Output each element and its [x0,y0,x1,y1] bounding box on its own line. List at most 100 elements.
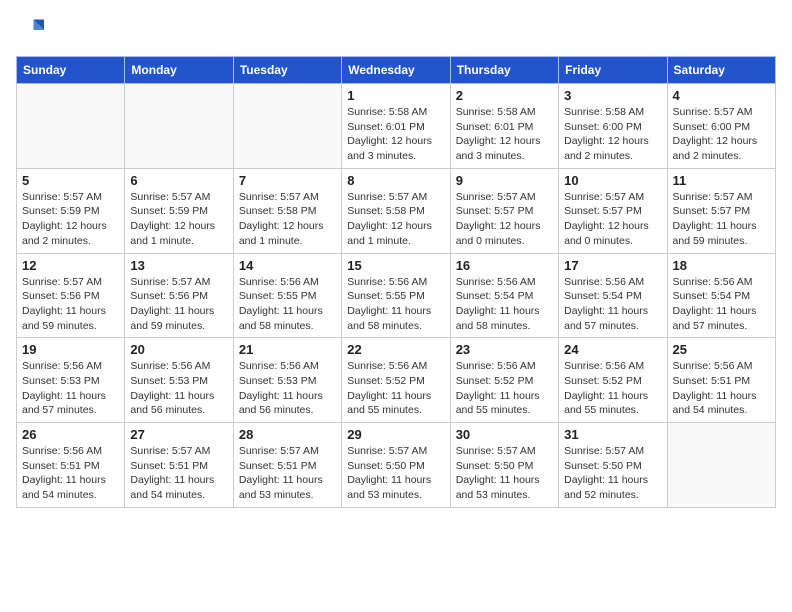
day-info: Sunrise: 5:57 AM Sunset: 5:57 PM Dayligh… [564,190,661,249]
day-info: Sunrise: 5:57 AM Sunset: 5:58 PM Dayligh… [347,190,444,249]
day-info: Sunrise: 5:57 AM Sunset: 5:57 PM Dayligh… [673,190,770,249]
day-number: 11 [673,173,770,188]
day-info: Sunrise: 5:56 AM Sunset: 5:53 PM Dayligh… [22,359,119,418]
calendar-week-row: 26Sunrise: 5:56 AM Sunset: 5:51 PM Dayli… [17,423,776,508]
day-number: 13 [130,258,227,273]
day-number: 29 [347,427,444,442]
calendar-cell [125,84,233,169]
day-number: 31 [564,427,661,442]
day-info: Sunrise: 5:57 AM Sunset: 5:57 PM Dayligh… [456,190,553,249]
header-day: Saturday [667,57,775,84]
day-number: 8 [347,173,444,188]
header-day: Sunday [17,57,125,84]
logo [16,16,48,44]
day-number: 27 [130,427,227,442]
calendar-cell [233,84,341,169]
calendar-cell: 25Sunrise: 5:56 AM Sunset: 5:51 PM Dayli… [667,338,775,423]
calendar-body: 1Sunrise: 5:58 AM Sunset: 6:01 PM Daylig… [17,84,776,508]
day-number: 28 [239,427,336,442]
day-number: 21 [239,342,336,357]
calendar-cell: 3 Sunrise: 5:58 AM Sunset: 6:00 PM Daylig… [559,84,667,169]
day-number: 17 [564,258,661,273]
calendar-week-row: 5 Sunrise: 5:57 AM Sunset: 5:59 PM Daylig… [17,168,776,253]
day-info: Sunrise: 5:57 AM Sunset: 5:56 PM Dayligh… [130,275,227,334]
header-day: Monday [125,57,233,84]
calendar-cell: 11 Sunrise: 5:57 AM Sunset: 5:57 PM Dayli… [667,168,775,253]
calendar-cell: 5 Sunrise: 5:57 AM Sunset: 5:59 PM Daylig… [17,168,125,253]
day-info: Sunrise: 5:58 AM Sunset: 6:01 PM Dayligh… [456,105,553,164]
calendar-cell: 6 Sunrise: 5:57 AM Sunset: 5:59 PM Daylig… [125,168,233,253]
day-number: 18 [673,258,770,273]
page-header [16,16,776,44]
calendar-cell: 7 Sunrise: 5:57 AM Sunset: 5:58 PM Daylig… [233,168,341,253]
day-info: Sunrise: 5:56 AM Sunset: 5:55 PM Dayligh… [239,275,336,334]
day-info: Sunrise: 5:58 AM Sunset: 6:00 PM Dayligh… [564,105,661,164]
day-number: 26 [22,427,119,442]
day-number: 30 [456,427,553,442]
day-info: Sunrise: 5:56 AM Sunset: 5:54 PM Dayligh… [564,275,661,334]
day-number: 15 [347,258,444,273]
day-info: Sunrise: 5:57 AM Sunset: 5:59 PM Dayligh… [22,190,119,249]
day-info: Sunrise: 5:57 AM Sunset: 5:58 PM Dayligh… [239,190,336,249]
calendar-cell: 17 Sunrise: 5:56 AM Sunset: 5:54 PM Dayli… [559,253,667,338]
calendar-cell: 18 Sunrise: 5:56 AM Sunset: 5:54 PM Dayli… [667,253,775,338]
day-number: 20 [130,342,227,357]
day-number: 9 [456,173,553,188]
header-row: SundayMondayTuesdayWednesdayThursdayFrid… [17,57,776,84]
day-info: Sunrise: 5:57 AM Sunset: 5:50 PM Dayligh… [564,444,661,503]
header-day: Tuesday [233,57,341,84]
calendar-cell: 13 Sunrise: 5:57 AM Sunset: 5:56 PM Dayli… [125,253,233,338]
calendar-cell: 26Sunrise: 5:56 AM Sunset: 5:51 PM Dayli… [17,423,125,508]
day-number: 5 [22,173,119,188]
calendar-week-row: 1Sunrise: 5:58 AM Sunset: 6:01 PM Daylig… [17,84,776,169]
day-info: Sunrise: 5:56 AM Sunset: 5:54 PM Dayligh… [673,275,770,334]
calendar-cell: 1Sunrise: 5:58 AM Sunset: 6:01 PM Daylig… [342,84,450,169]
calendar-cell: 30 Sunrise: 5:57 AM Sunset: 5:50 PM Dayli… [450,423,558,508]
calendar-cell: 19 Sunrise: 5:56 AM Sunset: 5:53 PM Dayli… [17,338,125,423]
day-info: Sunrise: 5:57 AM Sunset: 6:00 PM Dayligh… [673,105,770,164]
calendar-cell: 10Sunrise: 5:57 AM Sunset: 5:57 PM Dayli… [559,168,667,253]
day-info: Sunrise: 5:57 AM Sunset: 5:51 PM Dayligh… [130,444,227,503]
calendar-cell: 22Sunrise: 5:56 AM Sunset: 5:52 PM Dayli… [342,338,450,423]
calendar-header: SundayMondayTuesdayWednesdayThursdayFrid… [17,57,776,84]
day-info: Sunrise: 5:57 AM Sunset: 5:50 PM Dayligh… [456,444,553,503]
calendar-week-row: 19 Sunrise: 5:56 AM Sunset: 5:53 PM Dayli… [17,338,776,423]
calendar-cell: 8 Sunrise: 5:57 AM Sunset: 5:58 PM Daylig… [342,168,450,253]
calendar-cell: 2 Sunrise: 5:58 AM Sunset: 6:01 PM Daylig… [450,84,558,169]
calendar-table: SundayMondayTuesdayWednesdayThursdayFrid… [16,56,776,508]
calendar-cell: 27 Sunrise: 5:57 AM Sunset: 5:51 PM Dayli… [125,423,233,508]
calendar-cell: 15Sunrise: 5:56 AM Sunset: 5:55 PM Dayli… [342,253,450,338]
day-number: 19 [22,342,119,357]
calendar-cell: 28 Sunrise: 5:57 AM Sunset: 5:51 PM Dayli… [233,423,341,508]
day-info: Sunrise: 5:56 AM Sunset: 5:54 PM Dayligh… [456,275,553,334]
day-info: Sunrise: 5:58 AM Sunset: 6:01 PM Dayligh… [347,105,444,164]
calendar-cell: 29 Sunrise: 5:57 AM Sunset: 5:50 PM Dayli… [342,423,450,508]
calendar-cell: 24Sunrise: 5:56 AM Sunset: 5:52 PM Dayli… [559,338,667,423]
day-number: 12 [22,258,119,273]
day-number: 7 [239,173,336,188]
day-info: Sunrise: 5:56 AM Sunset: 5:53 PM Dayligh… [239,359,336,418]
calendar-cell [667,423,775,508]
day-number: 3 [564,88,661,103]
day-info: Sunrise: 5:56 AM Sunset: 5:52 PM Dayligh… [347,359,444,418]
header-day: Friday [559,57,667,84]
calendar-week-row: 12 Sunrise: 5:57 AM Sunset: 5:56 PM Dayli… [17,253,776,338]
day-info: Sunrise: 5:57 AM Sunset: 5:56 PM Dayligh… [22,275,119,334]
day-number: 2 [456,88,553,103]
calendar-cell: 20 Sunrise: 5:56 AM Sunset: 5:53 PM Dayli… [125,338,233,423]
calendar-cell: 14 Sunrise: 5:56 AM Sunset: 5:55 PM Dayli… [233,253,341,338]
calendar-cell: 9 Sunrise: 5:57 AM Sunset: 5:57 PM Daylig… [450,168,558,253]
day-info: Sunrise: 5:57 AM Sunset: 5:59 PM Dayligh… [130,190,227,249]
day-info: Sunrise: 5:56 AM Sunset: 5:52 PM Dayligh… [564,359,661,418]
day-number: 14 [239,258,336,273]
calendar-cell: 12 Sunrise: 5:57 AM Sunset: 5:56 PM Dayli… [17,253,125,338]
day-info: Sunrise: 5:57 AM Sunset: 5:51 PM Dayligh… [239,444,336,503]
day-info: Sunrise: 5:56 AM Sunset: 5:52 PM Dayligh… [456,359,553,418]
day-info: Sunrise: 5:57 AM Sunset: 5:50 PM Dayligh… [347,444,444,503]
header-day: Thursday [450,57,558,84]
logo-icon [16,16,44,44]
day-number: 6 [130,173,227,188]
header-day: Wednesday [342,57,450,84]
calendar-cell: 16Sunrise: 5:56 AM Sunset: 5:54 PM Dayli… [450,253,558,338]
day-info: Sunrise: 5:56 AM Sunset: 5:53 PM Dayligh… [130,359,227,418]
